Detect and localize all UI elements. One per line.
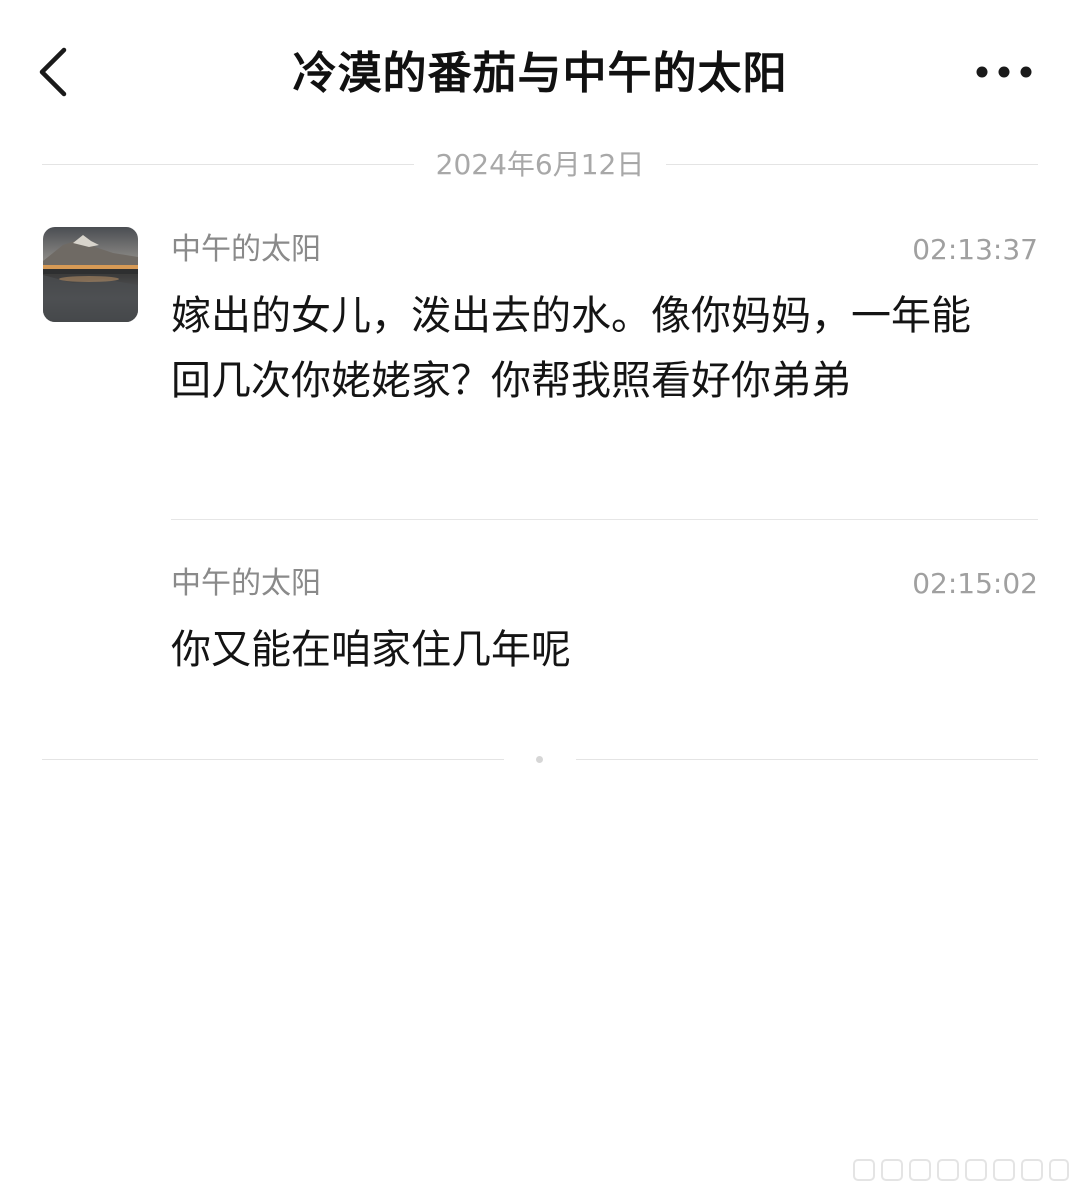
watermark <box>852 1157 1072 1183</box>
message-time: 02:13:37 <box>912 233 1038 266</box>
page-title: 冷漠的番茄与中午的太阳 <box>292 48 788 99</box>
date-divider: 2024年6月12日 <box>42 144 1038 186</box>
sender-name: 中午的太阳 <box>171 232 321 267</box>
more-dots-icon <box>976 66 1032 78</box>
message-text: 你又能在咱家住几年呢 <box>171 627 571 673</box>
message-text: 嫁出的女儿，泼出去的水。像你妈妈，一年能回几次你姥姥家？你帮我照看好你弟弟 <box>171 293 971 404</box>
sender-name: 中午的太阳 <box>171 566 321 601</box>
end-divider <box>42 748 1038 772</box>
chat-screen: 冷漠的番茄与中午的太阳 2024年6月12日 中午的太阳 02:13:37 嫁出… <box>0 0 1080 1193</box>
watermark-mark <box>853 1159 1069 1181</box>
conversation-date: 2024年6月12日 <box>435 148 645 181</box>
divider-line <box>42 759 504 760</box>
divider-line <box>576 759 1038 760</box>
more-options-button[interactable] <box>974 56 1034 88</box>
message-time: 02:15:02 <box>912 567 1038 600</box>
message-separator <box>171 519 1038 520</box>
header-bar: 冷漠的番茄与中午的太阳 <box>0 0 1080 150</box>
divider-dot <box>536 756 543 763</box>
message-item[interactable]: 中午的太阳 02:13:37 嫁出的女儿，泼出去的水。像你妈妈，一年能回几次你姥… <box>171 228 1038 488</box>
avatar-landscape-image <box>43 227 138 322</box>
message-item[interactable]: 中午的太阳 02:15:02 你又能在咱家住几年呢 <box>171 562 1038 682</box>
divider-line <box>666 164 1038 165</box>
avatar[interactable] <box>43 227 138 322</box>
